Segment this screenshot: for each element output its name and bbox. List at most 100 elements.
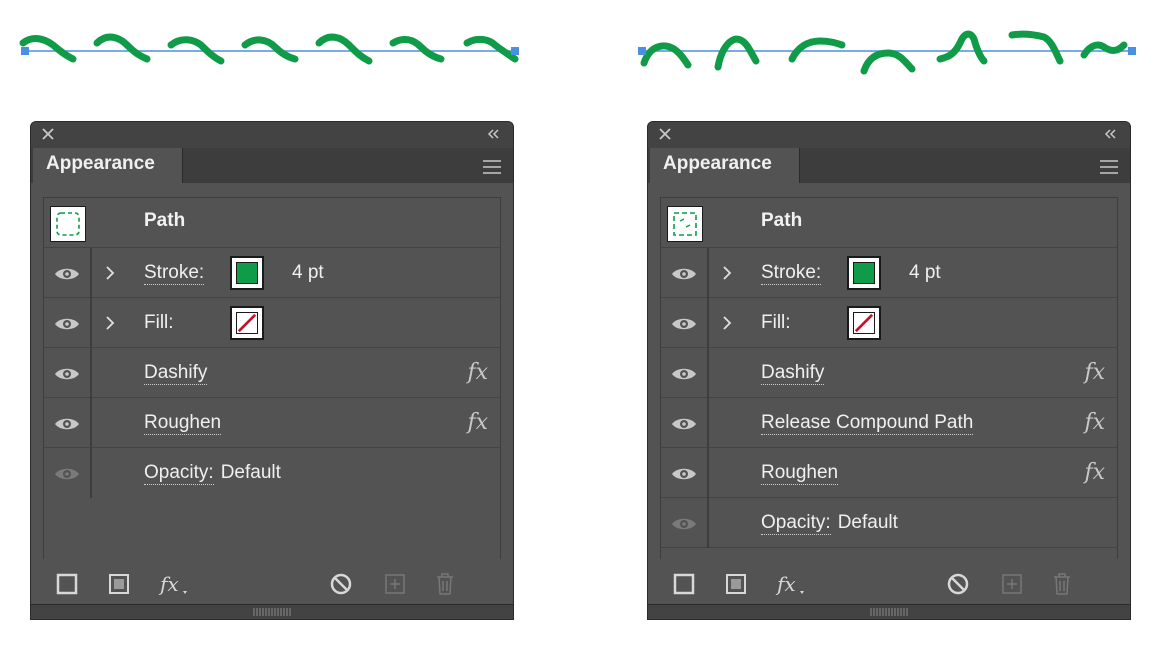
collapse-panel-icon[interactable] [1102,126,1118,142]
eye-icon[interactable] [54,366,80,382]
stroke-swatch[interactable] [230,256,264,290]
stroke-swatch[interactable] [847,256,881,290]
eye-icon[interactable] [671,416,697,432]
fill-row[interactable]: Fill: [44,298,500,348]
visibility-cell [661,298,709,348]
tab-appearance[interactable]: Appearance [33,148,183,183]
visibility-cell [44,448,92,498]
effect-label[interactable]: Release Compound Path [761,412,974,435]
stroke-weight[interactable]: 4 pt [909,262,941,284]
grip-icon [870,608,908,616]
visibility-cell [661,398,709,448]
appearance-list: Path Stroke: 4 pt Fill: Dashif [43,197,501,563]
effect-row[interactable]: Roughen fx [661,448,1117,498]
add-new-fill-icon[interactable] [106,571,132,597]
visibility-cell [661,448,709,498]
add-new-fill-icon[interactable] [723,571,749,597]
visibility-cell [661,498,709,548]
panel-menu-icon[interactable] [1099,159,1119,175]
fill-swatch[interactable] [230,306,264,340]
effect-label[interactable]: Roughen [144,412,222,435]
eye-icon[interactable] [671,316,697,332]
effect-row[interactable]: Dashify fx [661,348,1117,398]
none-color-icon [236,312,258,334]
stroke-label[interactable]: Stroke: [761,262,822,285]
visibility-cell [44,298,92,348]
fx-menu-icon[interactable]: fx [775,571,809,597]
fx-icon[interactable]: fx [1084,460,1105,485]
eye-icon[interactable] [54,316,80,332]
resize-grip[interactable] [31,604,513,619]
panel-titlebar [31,122,513,148]
effect-label[interactable]: Dashify [144,362,208,385]
svg-text:fx: fx [775,572,796,596]
add-new-stroke-icon[interactable] [54,571,80,597]
fx-icon[interactable]: fx [1084,410,1105,435]
fx-menu-icon[interactable]: fx [158,571,192,597]
chevron-right-icon[interactable] [104,314,116,332]
anchor-point[interactable] [638,47,646,55]
close-icon[interactable] [658,127,672,141]
panel-titlebar [648,122,1130,148]
fill-label[interactable]: Fill: [761,312,791,334]
dashed-stroke [640,30,1128,75]
resize-grip[interactable] [648,604,1130,619]
stroke-weight[interactable]: 4 pt [292,262,324,284]
dashed-stroke [19,33,519,65]
effect-row[interactable]: Roughen fx [44,398,500,448]
fill-row[interactable]: Fill: [661,298,1117,348]
svg-text:fx: fx [158,572,179,596]
anchor-point[interactable] [1128,47,1136,55]
collapse-panel-icon[interactable] [485,126,501,142]
fx-icon[interactable]: fx [467,410,488,435]
delete-item-icon [437,573,453,595]
path-label: Path [761,210,803,231]
anchor-point[interactable] [511,47,519,55]
fx-icon[interactable]: fx [1084,360,1105,385]
close-icon[interactable] [41,127,55,141]
effect-row[interactable]: Dashify fx [44,348,500,398]
chevron-right-icon[interactable] [104,264,116,282]
opacity-row[interactable]: Opacity: Default [44,448,500,498]
stroke-color-chip [236,262,258,284]
artwork-preview-right [632,15,1142,80]
stroke-color-chip [853,262,875,284]
panel-tabbar: Appearance [648,148,1130,183]
opacity-label[interactable]: Opacity: Default [144,462,281,485]
eye-icon[interactable] [671,516,697,532]
chevron-right-icon[interactable] [721,314,733,332]
visibility-cell [661,348,709,398]
stroke-row[interactable]: Stroke: 4 pt [661,248,1117,298]
stroke-row[interactable]: Stroke: 4 pt [44,248,500,298]
effect-label[interactable]: Roughen [761,462,839,485]
path-row[interactable]: Path [661,198,1117,248]
add-new-stroke-icon[interactable] [671,571,697,597]
path-thumbnail [50,206,86,242]
tab-appearance[interactable]: Appearance [650,148,800,183]
eye-icon[interactable] [54,416,80,432]
none-color-icon [853,312,875,334]
fill-swatch[interactable] [847,306,881,340]
eye-icon[interactable] [54,266,80,282]
opacity-row[interactable]: Opacity: Default [661,498,1117,548]
effect-label[interactable]: Dashify [761,362,825,385]
clear-appearance-icon[interactable] [945,571,971,597]
path-row[interactable]: Path [44,198,500,248]
visibility-cell [44,398,92,448]
eye-icon[interactable] [671,366,697,382]
stroke-label[interactable]: Stroke: [144,262,205,285]
eye-icon[interactable] [54,466,80,482]
eye-icon[interactable] [671,466,697,482]
fill-label[interactable]: Fill: [144,312,174,334]
anchor-point[interactable] [21,47,29,55]
eye-icon[interactable] [671,266,697,282]
chevron-right-icon[interactable] [721,264,733,282]
effect-row[interactable]: Release Compound Path fx [661,398,1117,448]
opacity-label[interactable]: Opacity: Default [761,512,898,535]
visibility-cell [661,248,709,298]
panel-menu-icon[interactable] [482,159,502,175]
panel-footer: fx [648,559,1130,619]
clear-appearance-icon[interactable] [328,571,354,597]
visibility-cell [44,248,92,298]
fx-icon[interactable]: fx [467,360,488,385]
